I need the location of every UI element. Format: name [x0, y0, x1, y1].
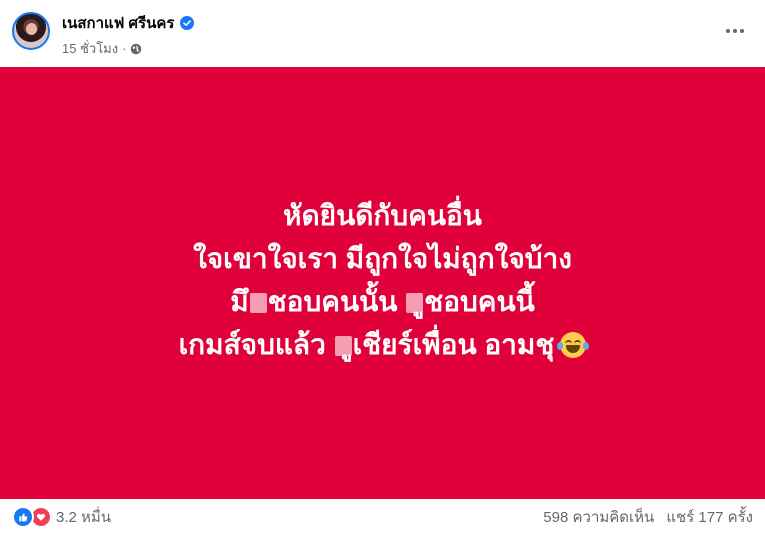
- more-dot: [740, 29, 744, 33]
- post-text: หัดยินดีกับคนอื่น ใจเขาใจเรา มีถูกใจไม่ถ…: [178, 194, 590, 366]
- author-avatar[interactable]: [12, 12, 50, 50]
- post-line-4-part-b: ูเชียร์เพื่อน อามชุ: [352, 329, 555, 360]
- censored-blur: [406, 293, 424, 313]
- author-row: เนสกาแฟ ศรีนคร: [62, 11, 195, 35]
- like-icon: [12, 505, 34, 528]
- post-line-4: เกมส์จบแล้ว ูเชียร์เพื่อน อามชุ: [178, 323, 590, 366]
- post-footer: 3.2 หมื่น 598 ความคิดเห็น แชร์ 177 ครั้ง: [0, 499, 765, 534]
- censored-blur: [334, 336, 352, 356]
- more-options-button[interactable]: [717, 17, 753, 45]
- comments-count[interactable]: 598 ความคิดเห็น: [543, 505, 654, 529]
- reactions-summary[interactable]: 3.2 หมื่น: [0, 505, 111, 529]
- shares-count[interactable]: แชร์ 177 ครั้ง: [666, 505, 753, 529]
- reactions-count: 3.2 หมื่น: [56, 508, 112, 526]
- post-header: เนสกาแฟ ศรีนคร 15 ชั่วโมง ·: [0, 0, 765, 67]
- post-line-2: ใจเขาใจเรา มีถูกใจไม่ถูกใจบ้าง: [193, 243, 572, 274]
- post-line-3: มึ ชอบคนนั้น ูชอบคนนี้: [179, 280, 587, 323]
- author-name[interactable]: เนสกาแฟ ศรีนคร: [62, 11, 174, 35]
- globe-icon[interactable]: [130, 43, 142, 55]
- post-line-3-part-c: ูชอบคนนี้: [424, 286, 535, 317]
- more-dot: [726, 29, 730, 33]
- post-line-3-part-a: มึ: [230, 286, 249, 317]
- post-background-card[interactable]: หัดยินดีกับคนอื่น ใจเขาใจเรา มีถูกใจไม่ถ…: [0, 67, 765, 499]
- face-with-tears-of-joy-icon: [557, 332, 590, 358]
- meta-separator: ·: [122, 41, 127, 56]
- avatar-face: [26, 23, 37, 35]
- post-line-4-part-a: เกมส์จบแล้ว: [178, 329, 334, 360]
- censored-blur: [249, 293, 267, 313]
- post-line-3-part-b: ชอบคนนั้น: [267, 286, 406, 317]
- post-line-1: หัดยินดีกับคนอื่น: [283, 200, 482, 231]
- engagement-stats: 598 ความคิดเห็น แชร์ 177 ครั้ง: [543, 505, 765, 529]
- post-timestamp[interactable]: 15 ชั่วโมง: [62, 38, 118, 59]
- more-dot: [733, 29, 737, 33]
- post-meta: 15 ชั่วโมง ·: [62, 38, 142, 59]
- verified-badge-icon: [180, 16, 195, 30]
